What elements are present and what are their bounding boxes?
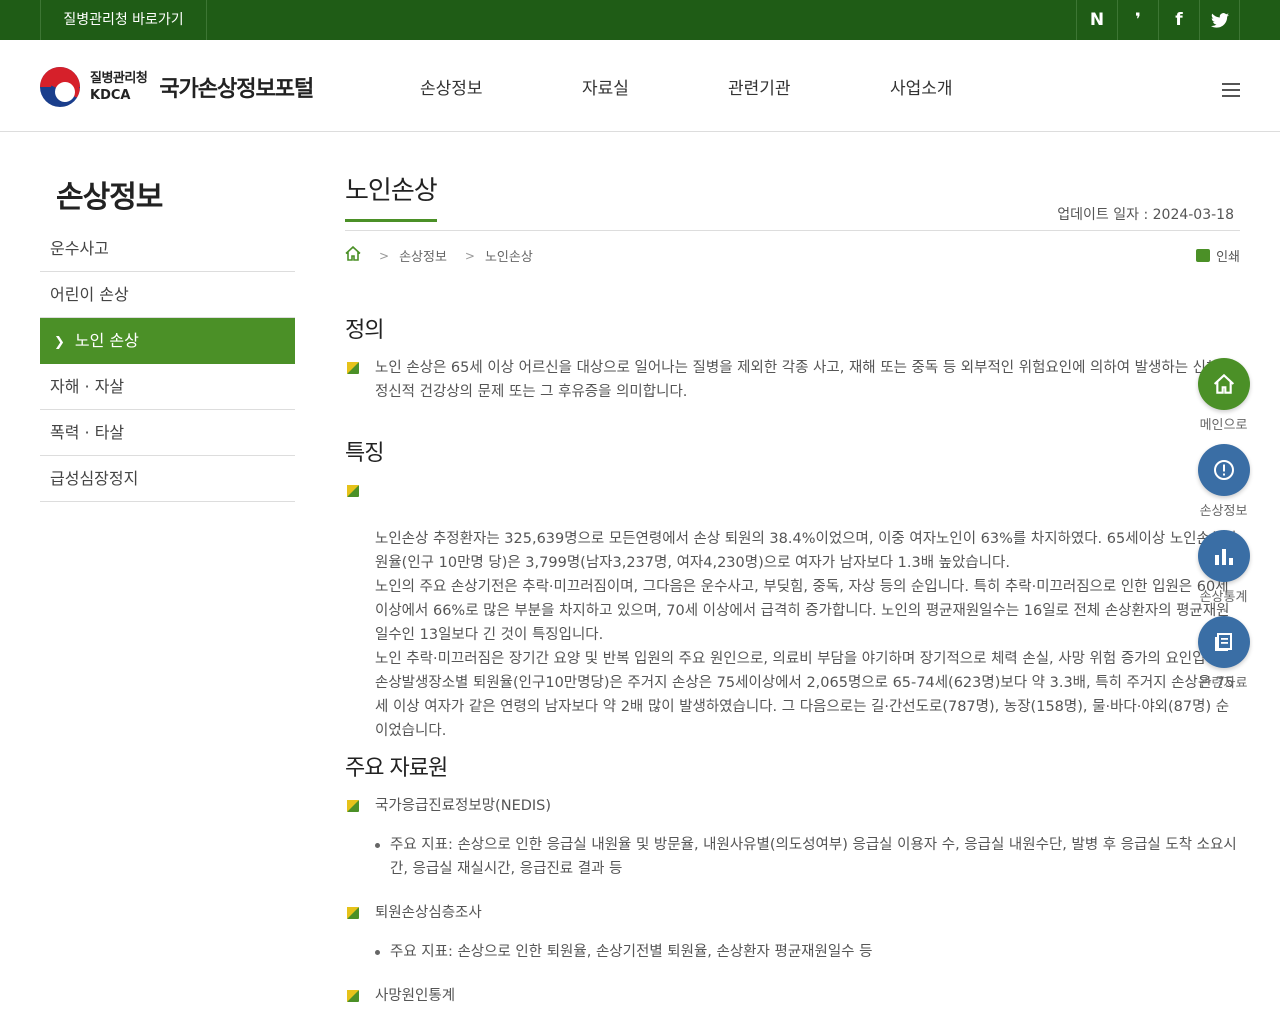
- print-label: 인쇄: [1216, 250, 1240, 265]
- bullet-square-icon: [347, 990, 359, 1002]
- bullet-square-icon: [347, 485, 359, 497]
- breadcrumb-item[interactable]: 노인손상: [485, 246, 533, 265]
- sidebar-item-cardiac-arrest[interactable]: 급성심장정지: [40, 456, 295, 502]
- chevron-right-icon: ❯: [54, 335, 65, 350]
- gnb-item-related-orgs[interactable]: 관련기관: [728, 74, 791, 99]
- hamburger-menu-icon[interactable]: [1222, 83, 1240, 97]
- bar-chart-icon: [1197, 530, 1250, 582]
- sidebar-item-label: 노인 손상: [74, 331, 139, 350]
- sns-links: N ❜ f: [1076, 0, 1240, 40]
- twitter-icon[interactable]: [1199, 0, 1240, 40]
- source-item-detail: 주요 지표: 손상으로 인한 퇴원율, 손상기전별 퇴원율, 손상환자 평균재원…: [375, 940, 1240, 964]
- facebook-icon[interactable]: f: [1158, 0, 1199, 40]
- sidebar-item-self-harm[interactable]: 자해 · 자살: [40, 364, 295, 410]
- source-item: 사망원인통계: [345, 984, 1240, 1008]
- sidebar-menu: 운수사고 어린이 손상 ❯ 노인 손상 자해 · 자살 폭력 · 타살 급성심장정…: [40, 226, 295, 502]
- sidebar-title: 손상정보: [56, 180, 163, 215]
- logo-kdca-korean: 질병관리청: [90, 71, 148, 86]
- sidebar-item-transport[interactable]: 운수사고: [40, 226, 295, 272]
- info-icon: [1197, 444, 1250, 496]
- kakao-story-icon[interactable]: ❜: [1117, 0, 1158, 40]
- definition-text: 노인 손상은 65세 이상 어르신을 대상으로 일어나는 질병을 제외한 각종 …: [345, 356, 1240, 404]
- gnb-item-about[interactable]: 사업소개: [890, 74, 953, 99]
- quick-menu-injury-stats[interactable]: 손상통계: [1197, 530, 1250, 605]
- home-icon[interactable]: [345, 245, 361, 265]
- bullet-square-icon: [347, 362, 359, 374]
- home-icon: [1197, 358, 1250, 410]
- source-item-detail: 주요 지표: 손상으로 인한 응급실 내원율 및 방문율, 내원사유별(의도성여…: [375, 833, 1240, 881]
- naver-blog-icon[interactable]: N: [1076, 0, 1117, 40]
- page-title: 노인손상: [345, 170, 438, 222]
- breadcrumb-item[interactable]: 손상정보: [399, 246, 447, 265]
- section-title-sources: 주요 자료원: [345, 756, 448, 781]
- bullet-square-icon: [347, 800, 359, 812]
- main-content: 노인손상 업데이트 일자 : 2024-03-18 > 손상정보 > 노인손상 …: [345, 170, 1240, 1004]
- top-utility-bar: 질병관리청 바로가기 N ❜ f: [0, 0, 1280, 40]
- section-title-features: 특징: [345, 441, 384, 466]
- update-date: 업데이트 일자 : 2024-03-18: [1057, 207, 1234, 223]
- printer-icon: [1196, 249, 1211, 262]
- logo-kdca-english: KDCA: [90, 88, 131, 103]
- chevron-right-icon: >: [379, 248, 390, 263]
- quick-menu-related-docs[interactable]: 관련자료: [1197, 616, 1250, 691]
- features-text: 노인손상 추정환자는 325,639명으로 모든연령에서 손상 퇴원의 38.4…: [345, 479, 1240, 743]
- source-item: 국가응급진료정보망(NEDIS): [345, 794, 1240, 818]
- quick-menu-injury-info[interactable]: 손상정보: [1197, 444, 1250, 519]
- gnb-item-injury-info[interactable]: 손상정보: [420, 74, 483, 99]
- print-button[interactable]: 인쇄: [1196, 246, 1240, 265]
- section-title-definition: 정의: [345, 318, 384, 343]
- kdca-shortcut-link[interactable]: 질병관리청 바로가기: [40, 0, 207, 40]
- kdca-emblem-icon: [40, 67, 80, 107]
- site-header: 질병관리청 KDCA 국가손상정보포털 손상정보 자료실 관련기관 사업소개: [0, 40, 1280, 132]
- source-item: 퇴원손상심층조사: [345, 901, 1240, 925]
- bullet-square-icon: [347, 907, 359, 919]
- breadcrumb: > 손상정보 > 노인손상: [345, 245, 533, 265]
- document-icon: [1197, 616, 1250, 668]
- site-logo[interactable]: 질병관리청 KDCA 국가손상정보포털: [40, 67, 314, 107]
- sidebar-item-violence[interactable]: 폭력 · 타살: [40, 410, 295, 456]
- chevron-right-icon: >: [464, 248, 475, 263]
- sidebar-item-child-injury[interactable]: 어린이 손상: [40, 272, 295, 318]
- sidebar-item-elderly-injury[interactable]: ❯ 노인 손상: [40, 318, 295, 364]
- quick-menu-home[interactable]: 메인으로: [1197, 358, 1250, 433]
- portal-name: 국가손상정보포털: [159, 77, 314, 102]
- gnb-item-library[interactable]: 자료실: [582, 74, 629, 99]
